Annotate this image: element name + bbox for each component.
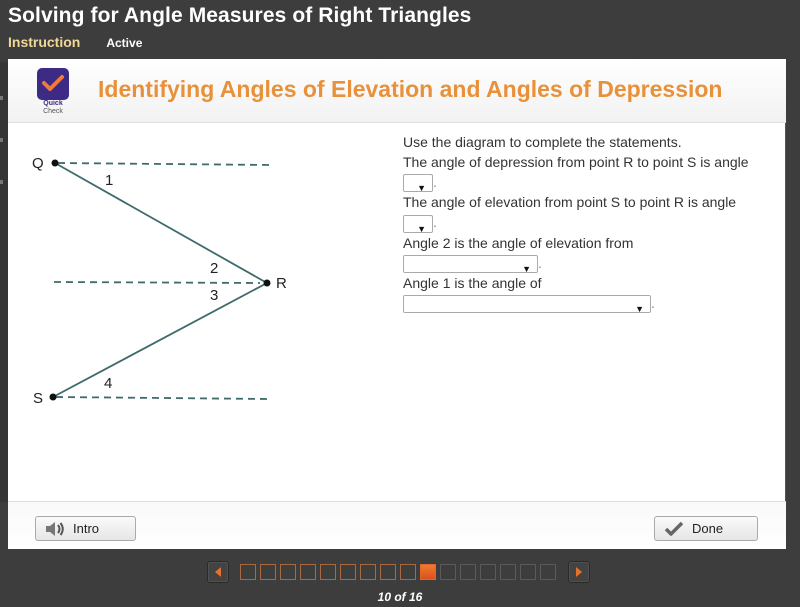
page-indicator[interactable] <box>520 564 536 580</box>
card-header: Quick Check Identifying Angles of Elevat… <box>8 59 786 123</box>
quick-check-line2: Check <box>43 108 63 115</box>
question-panel: Use the diagram to complete the statemen… <box>403 132 763 314</box>
content-card: Quick Check Identifying Angles of Elevat… <box>8 59 786 549</box>
intro-button-label: Intro <box>73 521 100 536</box>
page-indicator[interactable] <box>260 564 276 580</box>
dropdown-angle-elevation-s-to-r[interactable]: ▼ <box>403 214 433 234</box>
page-indicator[interactable] <box>340 564 356 580</box>
speaker-icon <box>46 521 64 536</box>
dropdown-arrow-icon: ▼ <box>522 263 531 274</box>
point-r <box>263 279 271 287</box>
page-indicator[interactable] <box>300 564 316 580</box>
intro-button[interactable]: Intro <box>35 516 136 541</box>
status-active: Active <box>106 36 143 50</box>
done-button[interactable]: Done <box>654 516 758 541</box>
angle-label-4: 4 <box>104 375 112 392</box>
horizontal-dashed-line-q <box>57 162 273 166</box>
next-page-button[interactable] <box>568 561 590 583</box>
left-edge-strip <box>0 62 8 502</box>
dropdown-angle-2-elevation-from[interactable]: ▼ <box>403 254 538 274</box>
page-indicator-current[interactable] <box>420 564 436 580</box>
dropdown-arrow-icon: ▼ <box>417 223 426 234</box>
point-q <box>51 159 59 167</box>
page-indicator[interactable] <box>400 564 416 580</box>
statement-2-text: The angle of elevation from point S to p… <box>403 194 737 211</box>
horizontal-dashed-line-s <box>55 396 269 400</box>
statement-1-text: The angle of depression from point R to … <box>403 154 749 170</box>
page-indicator[interactable] <box>380 564 396 580</box>
tab-instruction[interactable]: Instruction <box>8 34 80 50</box>
period: . <box>433 174 437 190</box>
quick-check-label: Quick Check <box>30 100 76 116</box>
tab-bar: Instruction Active <box>8 34 142 50</box>
page-indicator[interactable] <box>460 564 476 580</box>
page-title: Solving for Angle Measures of Right Tria… <box>8 4 472 27</box>
segment-qr <box>54 162 268 284</box>
period: . <box>538 254 542 271</box>
period: . <box>433 214 437 231</box>
quick-check-logo <box>37 68 69 100</box>
page-indicator[interactable] <box>440 564 456 580</box>
dropdown-angle-depression-r-to-s[interactable]: ▼ <box>403 174 433 193</box>
question-intro: Use the diagram to complete the statemen… <box>403 134 682 150</box>
page-indicator[interactable] <box>240 564 256 580</box>
right-triangle-icon <box>576 567 582 577</box>
page-indicator[interactable] <box>360 564 376 580</box>
page-indicator[interactable] <box>540 564 556 580</box>
dropdown-angle-1-type[interactable]: ▼ <box>403 295 651 314</box>
angle-diagram: Q R S 1 2 3 4 <box>32 155 287 407</box>
card-footer: Intro Done <box>8 501 786 549</box>
previous-page-button[interactable] <box>207 561 229 583</box>
page-indicator[interactable] <box>480 564 496 580</box>
point-label-s: S <box>33 390 43 407</box>
quick-check-line1: Quick <box>43 100 63 107</box>
left-triangle-icon <box>215 567 221 577</box>
page-indicator[interactable] <box>280 564 296 580</box>
segment-rs <box>52 282 268 398</box>
checkmark-icon <box>42 75 64 91</box>
page-navigator <box>207 561 590 583</box>
horizontal-dashed-line-r <box>53 281 261 284</box>
statement-1: The angle of depression from point R to … <box>403 152 763 193</box>
page-indicators <box>240 564 560 580</box>
done-button-label: Done <box>692 521 724 536</box>
point-s <box>49 393 57 401</box>
point-label-r: R <box>276 275 287 292</box>
card-heading: Identifying Angles of Elevation and Angl… <box>98 76 723 102</box>
page-indicator[interactable] <box>320 564 336 580</box>
point-label-q: Q <box>32 155 44 172</box>
dropdown-arrow-icon: ▼ <box>417 183 426 194</box>
checkmark-icon <box>664 521 684 536</box>
statement-3-text: Angle 2 is the angle of elevation from <box>403 234 634 251</box>
statement-4-text: Angle 1 is the angle of <box>403 274 542 291</box>
angle-label-1: 1 <box>105 172 113 189</box>
page-counter: 10 of 16 <box>377 590 423 604</box>
statement-4: Angle 1 is the angle of ▼ . <box>403 273 763 314</box>
page-indicator[interactable] <box>500 564 516 580</box>
statement-3: Angle 2 is the angle of elevation from ▼… <box>403 233 763 274</box>
period: . <box>651 294 655 311</box>
dropdown-arrow-icon: ▼ <box>635 304 644 315</box>
statement-2: The angle of elevation from point S to p… <box>403 192 763 234</box>
angle-label-2: 2 <box>210 260 218 277</box>
angle-label-3: 3 <box>210 287 218 304</box>
